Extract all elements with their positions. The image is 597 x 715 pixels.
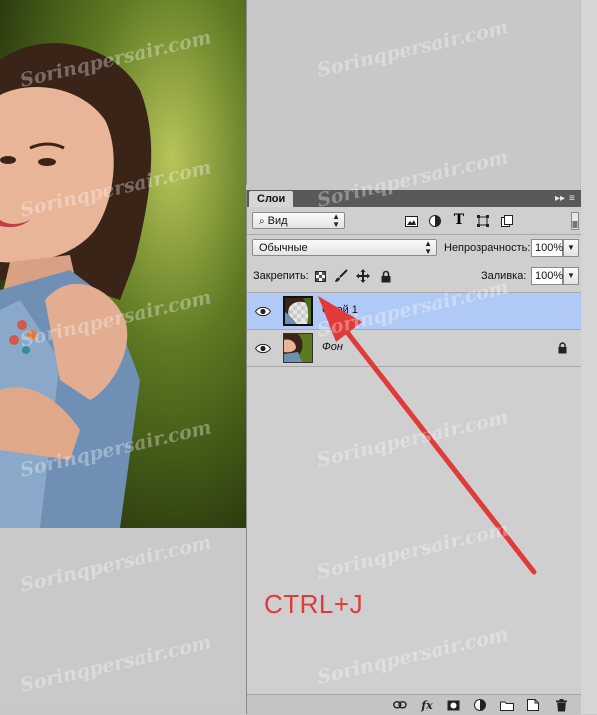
shortcut-annotation: CTRL+J bbox=[264, 589, 364, 619]
